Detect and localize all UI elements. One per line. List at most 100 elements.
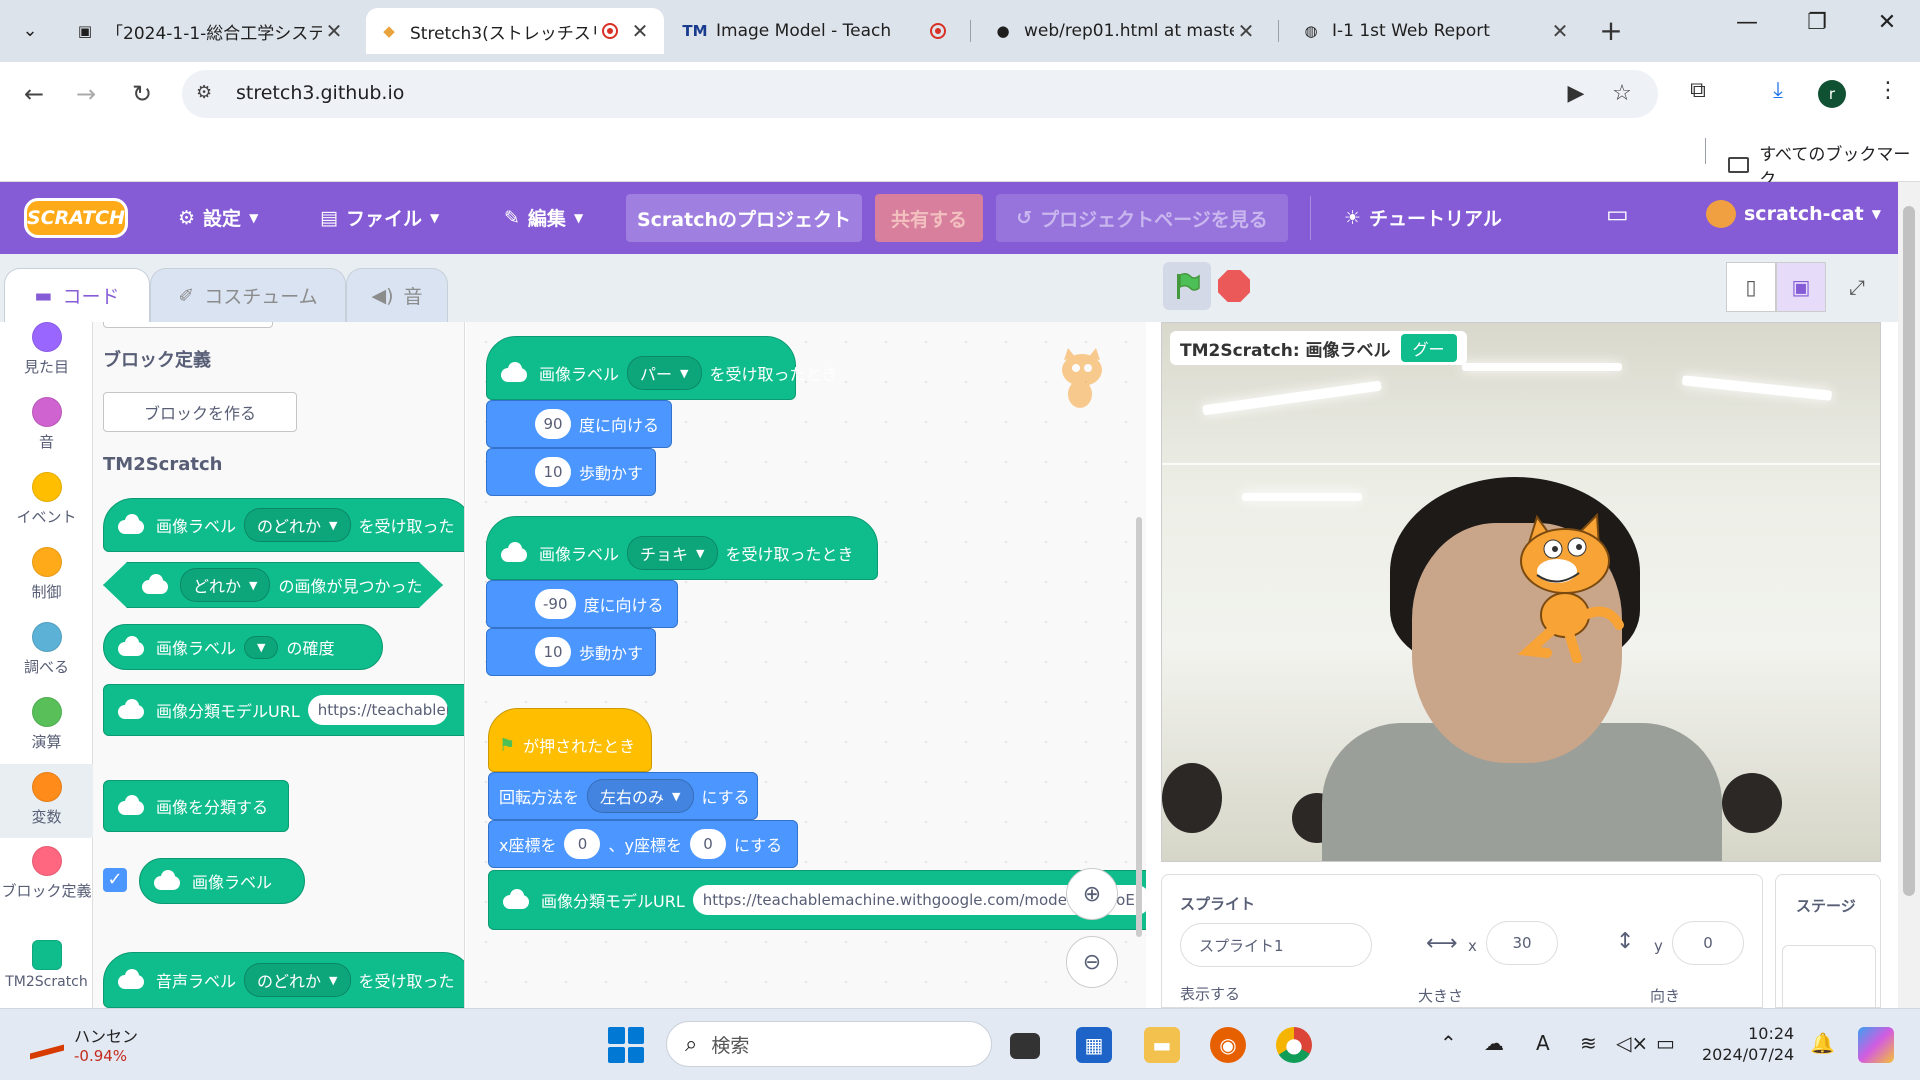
category-operators[interactable]: 演算	[0, 697, 93, 771]
extensions-icon[interactable]: ⧉	[1682, 78, 1714, 103]
set-image-model-url-block[interactable]: 画像分類モデルURL https://teachablemachine.with…	[488, 870, 1146, 930]
set-rotation-style-block[interactable]: 回転方法を 左右のみ ▼ にする	[488, 772, 758, 820]
file-explorer-icon[interactable]: ▬	[1144, 1027, 1180, 1063]
go-to-xy-block[interactable]: x座標を 0 、y座標を 0 にする	[488, 820, 798, 868]
taskbar-search[interactable]: ⌕ 検索	[666, 1021, 992, 1067]
windows-start-icon[interactable]	[608, 1027, 644, 1063]
when-paper-received-hat[interactable]: 画像ラベル パー ▼ を受け取ったとき	[486, 336, 838, 400]
download-icon[interactable]: ⤓	[1762, 78, 1794, 103]
classify-image-block[interactable]: 画像を分類する	[103, 780, 289, 832]
browser-tab-1[interactable]: ▣ 「2024-1-1-総合工学システ ✕	[62, 8, 358, 54]
category-my-blocks[interactable]: ブロック定義	[0, 846, 93, 936]
when-image-label-received-block[interactable]: 画像ラベル のどれか ▼ を受け取った	[103, 498, 464, 552]
stage-thumbnail[interactable]	[1782, 945, 1876, 1009]
chrome-icon[interactable]: ●	[1276, 1027, 1312, 1063]
scratch-logo[interactable]: SCRATCH	[24, 198, 128, 238]
browser-tab-4[interactable]: ● web/rep01.html at maste ✕	[980, 8, 1270, 54]
category-control[interactable]: 制御	[0, 547, 93, 621]
camera-icon[interactable]: ▶	[1562, 81, 1590, 106]
stage-canvas[interactable]: TM2Scratch: 画像ラベル グー	[1161, 322, 1881, 862]
close-tab-icon[interactable]: ✕	[1548, 19, 1572, 43]
label-dropdown[interactable]: ▼	[244, 635, 279, 659]
site-info-icon[interactable]: ⚙	[196, 82, 220, 106]
stock-widget[interactable]: ハンセン -0.94%	[30, 1023, 138, 1065]
category-sensing[interactable]: 調べる	[0, 622, 93, 696]
firefox-icon[interactable]: ◉	[1210, 1027, 1246, 1063]
browser-tab-2[interactable]: ◆ Stretch3(ストレッチスリー ✕	[366, 8, 664, 54]
scrollbar-thumb[interactable]	[1903, 206, 1915, 896]
minimize-icon[interactable]: —	[1722, 10, 1772, 35]
category-tm2scratch[interactable]: TM2Scratch	[0, 940, 93, 1014]
tab-sounds[interactable]: ◀) 音	[346, 268, 448, 322]
store-icon[interactable]: ▦	[1076, 1027, 1112, 1063]
image-label-confidence-block[interactable]: 画像ラベル ▼ の確度	[103, 624, 383, 670]
when-sound-label-received-block[interactable]: 音声ラベル のどれか ▼ を受け取った	[103, 952, 464, 1008]
notification-bell-icon[interactable]: 🔔	[1810, 1031, 1835, 1055]
chevron-up-icon[interactable]: ⌃	[1440, 1031, 1457, 1055]
label-dropdown[interactable]: どれか ▼	[180, 568, 270, 602]
back-icon[interactable]: ←	[16, 76, 52, 112]
browser-tab-3[interactable]: TM Image Model - Teach	[672, 8, 968, 54]
stop-button[interactable]	[1218, 270, 1250, 302]
script-scrollbar[interactable]	[1136, 517, 1142, 937]
close-tab-icon[interactable]: ✕	[1234, 19, 1258, 43]
new-tab-button[interactable]: +	[1594, 14, 1628, 47]
copilot-icon[interactable]	[1858, 1027, 1894, 1063]
image-label-monitor[interactable]: TM2Scratch: 画像ラベル グー	[1170, 331, 1467, 365]
cloud-sync-icon[interactable]: ☁	[1484, 1031, 1504, 1055]
sprite-x-input[interactable]: 30	[1486, 921, 1558, 965]
browser-tab-5[interactable]: ◍ I-1 1st Web Report ✕	[1288, 8, 1584, 54]
small-stage-button[interactable]: ▯	[1726, 262, 1776, 312]
point-in-direction-block[interactable]: 90 度に向ける	[486, 400, 672, 448]
battery-icon[interactable]: ▭	[1656, 1031, 1675, 1055]
image-model-url-block[interactable]: 画像分類モデルURL https://teachablem	[103, 684, 464, 736]
category-sound[interactable]: 音	[0, 397, 93, 471]
my-stuff-icon[interactable]: ▭	[1606, 200, 1629, 228]
y-input[interactable]: 0	[689, 829, 726, 859]
when-flag-clicked-hat[interactable]: ⚑ が押されたとき	[488, 708, 652, 772]
image-label-reporter-block[interactable]: 画像ラベル	[139, 858, 305, 904]
sprite-cat[interactable]	[1507, 513, 1627, 663]
label-dropdown[interactable]: パー ▼	[627, 356, 702, 390]
see-project-page-button[interactable]: ↺ プロジェクトページを見る	[996, 194, 1288, 242]
move-steps-block[interactable]: 10 歩動かす	[486, 448, 656, 496]
show-monitor-checkbox[interactable]: ✓	[103, 868, 127, 892]
close-tab-icon[interactable]: ✕	[628, 19, 652, 43]
page-scrollbar[interactable]	[1898, 182, 1920, 1008]
x-input[interactable]: 0	[564, 829, 601, 859]
close-window-icon[interactable]: ✕	[1862, 10, 1912, 35]
wifi-icon[interactable]: ≋	[1580, 1031, 1597, 1055]
steps-input[interactable]: 10	[535, 457, 571, 487]
ime-indicator[interactable]: A	[1536, 1031, 1550, 1055]
tab-costumes[interactable]: ✐ コスチューム	[150, 268, 346, 322]
sprite-name-input[interactable]: スプライト1	[1180, 923, 1372, 967]
green-flag-button[interactable]	[1163, 262, 1211, 310]
category-looks[interactable]: 見た目	[0, 322, 93, 396]
zoom-out-button[interactable]: ⊖	[1066, 936, 1118, 988]
tutorials-menu[interactable]: ☀ チュートリアル	[1344, 204, 1502, 231]
close-tab-icon[interactable]: ✕	[322, 19, 346, 43]
project-title-input[interactable]: Scratchのプロジェクト	[626, 194, 862, 242]
volume-icon[interactable]: ◁×	[1616, 1031, 1648, 1055]
label-dropdown[interactable]: チョキ ▼	[627, 536, 718, 570]
script-area[interactable]: 画像ラベル パー ▼ を受け取ったとき 90 度に向ける 10 歩動かす 画像ラベ…	[466, 322, 1146, 1008]
point-in-direction-block[interactable]: -90 度に向ける	[486, 580, 678, 628]
more-menu-icon[interactable]: ⋮	[1872, 78, 1904, 103]
reload-icon[interactable]: ↻	[124, 76, 160, 112]
file-menu[interactable]: ▤ ファイル ▼	[320, 204, 439, 231]
make-block-button[interactable]: ブロックを作る	[103, 392, 297, 432]
category-events[interactable]: イベント	[0, 472, 93, 546]
sprite-y-input[interactable]: 0	[1672, 921, 1744, 965]
bookmark-star-icon[interactable]: ☆	[1608, 81, 1636, 106]
account-menu[interactable]: scratch-cat ▼	[1706, 200, 1881, 228]
image-found-block[interactable]: どれか ▼ の画像が見つかった	[103, 562, 443, 608]
stage-selector[interactable]: ステージ	[1775, 874, 1881, 1009]
normal-stage-button[interactable]: ▣	[1776, 262, 1826, 312]
forward-icon[interactable]: →	[68, 76, 104, 112]
when-scissors-received-hat[interactable]: 画像ラベル チョキ ▼ を受け取ったとき	[486, 516, 878, 580]
address-bar[interactable]: ⚙ stretch3.github.io ▶ ☆	[182, 70, 1658, 118]
settings-menu[interactable]: ⚙ 設定 ▼	[178, 204, 258, 231]
category-variables[interactable]: 変数	[0, 764, 93, 838]
restore-icon[interactable]: ❐	[1792, 10, 1842, 35]
fullscreen-icon[interactable]: ⤢	[1832, 262, 1882, 312]
